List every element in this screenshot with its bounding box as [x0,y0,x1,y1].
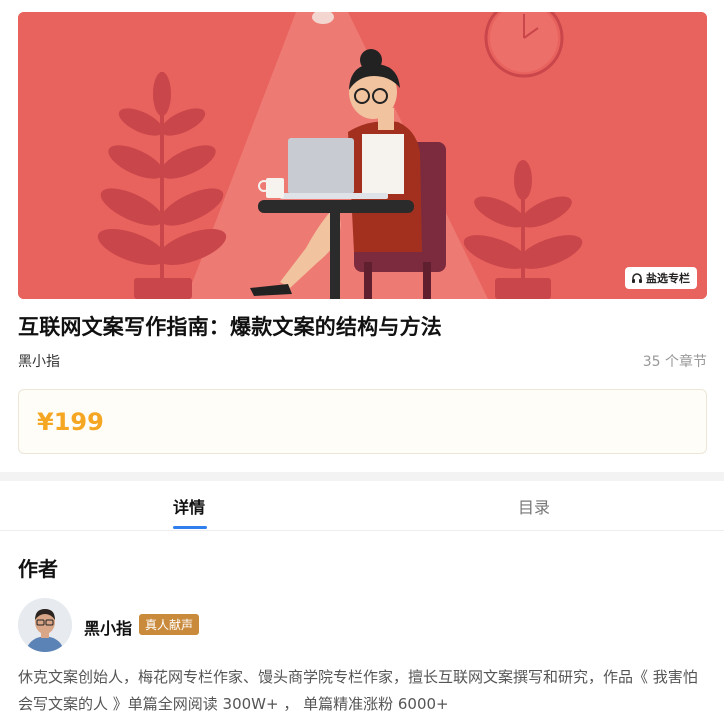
chapter-count: 35 个章节 [642,354,707,370]
course-meta-row: 黑小指 35 个章节 [18,351,707,371]
cover-illustration [18,12,707,299]
author-portrait [18,598,72,652]
tab-catalog[interactable]: 目录 [518,481,550,531]
yanxuan-badge: 盐选专栏 [625,267,697,289]
wall-clock-icon [484,12,564,78]
author-bio: 休克文案创始人，梅花网专栏作家、馒头商学院专栏作家，擅长互联网文案撰写和研究，作… [18,668,698,713]
author-section-heading: 作者 [18,557,58,581]
course-cover-banner[interactable]: 盐选专栏 [18,12,707,299]
tab-details[interactable]: 详情 [173,481,205,531]
yanxuan-badge-label: 盐选专栏 [646,272,690,285]
author-name[interactable]: 黑小指 [84,615,132,639]
active-tab-indicator [173,526,207,529]
price-panel: ¥199 [18,389,707,454]
tab-bar: 详情 目录 [0,481,724,531]
section-divider [0,472,724,481]
author-avatar[interactable] [18,598,72,652]
course-title: 互联网文案写作指南：爆款文案的结构与方法 [18,315,442,339]
real-voice-badge: 真人献声 [139,614,200,635]
course-author[interactable]: 黑小指 [18,351,60,371]
price-value: ¥199 [37,407,104,436]
headphones-icon [632,273,642,283]
